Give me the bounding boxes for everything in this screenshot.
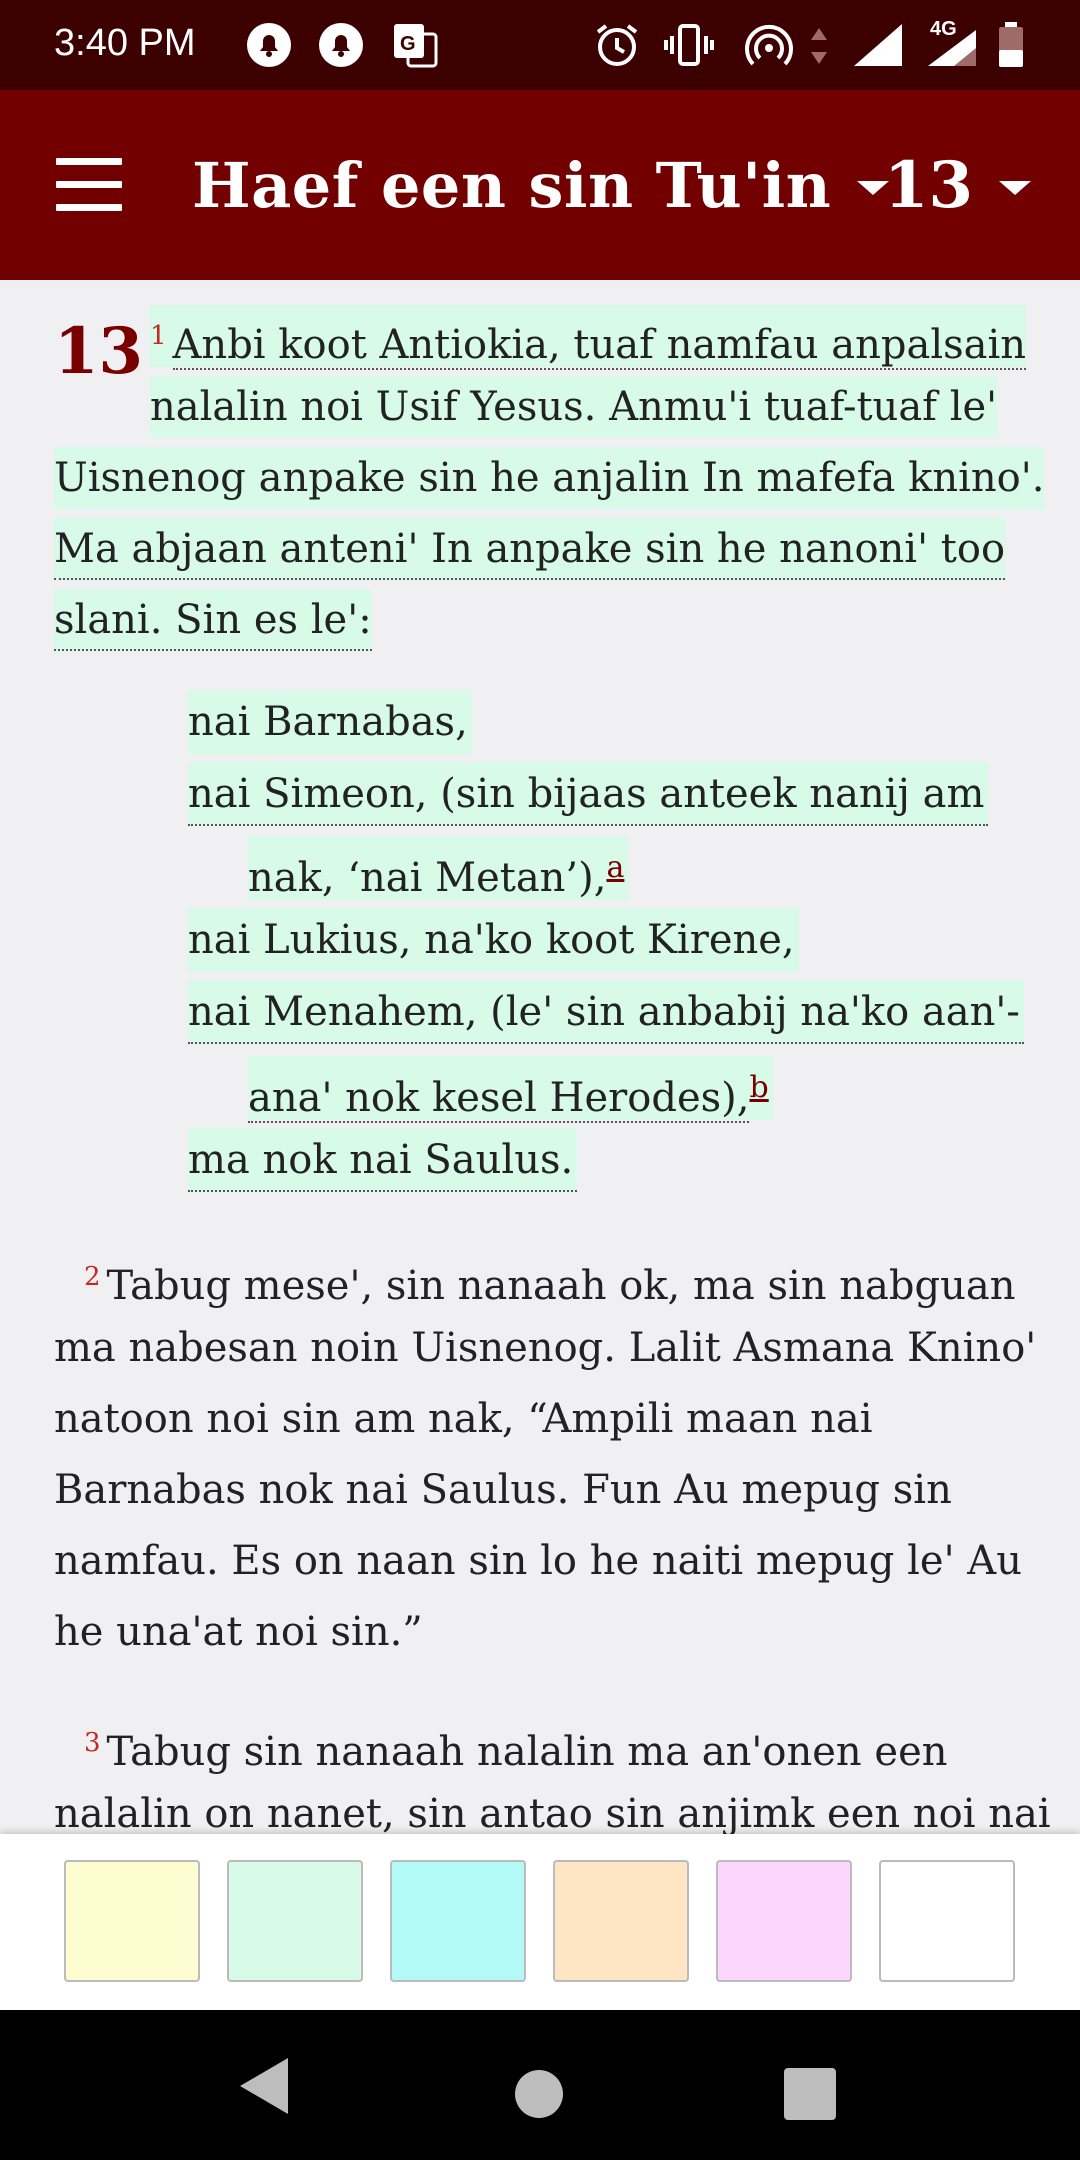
chapter-number: 13 — [884, 147, 974, 223]
verse-line[interactable]: natoon noi sin am nak, “Ampili maan nai — [54, 1388, 873, 1450]
verse-text: Tabug sin nanaah nalalin ma an'onen een — [106, 1729, 948, 1775]
verse-line[interactable]: slani. Sin es le': — [54, 589, 372, 651]
vibrate-icon — [664, 24, 714, 66]
stanza-line[interactable]: nai Barnabas, — [188, 690, 472, 754]
stanza-line[interactable]: nai Simeon, (sin bijaas anteek nanij am — [188, 762, 989, 826]
home-circle-icon[interactable] — [515, 2070, 563, 2118]
alarm-icon — [596, 24, 638, 66]
color-swatch-cyan[interactable] — [390, 1860, 526, 1982]
svg-text:G: G — [400, 33, 416, 55]
stanza-line[interactable]: ma nok nai Saulus. — [188, 1128, 578, 1192]
stanza-line[interactable]: nai Menahem, (le' sin anbabij na'ko aan'… — [188, 980, 1024, 1044]
chapter-drop-number: 13 — [54, 314, 144, 389]
verse-line[interactable]: Uisnenog anpake sin he anjalin In mafefa… — [54, 447, 1045, 509]
verse-line[interactable]: 1 Anbi koot Antiokia, tuaf namfau anpalsa… — [150, 305, 1027, 370]
signal-4g-icon — [928, 30, 976, 66]
verse-number: 1 — [150, 321, 167, 351]
verse-line[interactable]: 2 Tabug mese', sin nanaah ok, ma sin nabg… — [84, 1246, 1016, 1309]
footnote-link[interactable]: b — [749, 1070, 768, 1105]
verse-line[interactable]: nalalin on nanet, sin antao sin anjimk e… — [54, 1783, 1051, 1834]
verse-line[interactable]: he una'at noi sin.” — [54, 1601, 423, 1663]
verse-number: 3 — [84, 1728, 101, 1758]
verse-number: 2 — [84, 1262, 101, 1292]
translate-icon: G — [394, 24, 438, 68]
back-triangle-icon[interactable] — [240, 2058, 288, 2114]
chapter-text[interactable]: 13 1 Anbi koot Antiokia, tuaf namfau anpa… — [0, 280, 1080, 1834]
verse-line[interactable]: namfau. Es on naan sin lo he naiti mepug… — [54, 1530, 1022, 1592]
hotspot-icon — [745, 24, 793, 66]
hamburger-menu-icon[interactable] — [56, 158, 124, 212]
battery-icon — [999, 22, 1023, 67]
highlight-color-picker — [0, 1834, 1080, 2010]
verse-line[interactable]: Ma abjaan anteni' In anpake sin he nanon… — [54, 518, 1006, 580]
book-title: Haef een sin Tu'in — [192, 148, 832, 222]
color-swatch-green[interactable] — [227, 1860, 363, 1982]
book-selector[interactable]: Haef een sin Tu'in — [192, 142, 890, 228]
verse-text: Anbi koot Antiokia, tuaf namfau anpalsai… — [172, 322, 1027, 370]
system-nav-bar — [0, 2010, 1080, 2160]
stanza-text: ana' nok kesel Herodes), — [248, 1075, 750, 1123]
stanza-line[interactable]: nai Lukius, na'ko koot Kirene, — [188, 908, 799, 972]
signal-icon — [854, 24, 902, 66]
notification-bell-icon — [319, 23, 363, 67]
stanza-text: nak, ‘nai Metan’), — [248, 855, 607, 901]
verse-line[interactable]: Barnabas nok nai Saulus. Fun Au mepug si… — [54, 1459, 952, 1521]
verse-text: Tabug mese', sin nanaah ok, ma sin nabgu… — [106, 1263, 1016, 1309]
color-swatch-yellow[interactable] — [64, 1860, 200, 1982]
data-arrows-icon — [811, 28, 827, 64]
color-swatch-white[interactable] — [879, 1860, 1015, 1982]
status-bar: 3:40 PM G 4G — [0, 0, 1080, 90]
verse-line[interactable]: nalalin noi Usif Yesus. Anmu'i tuaf-tuaf… — [150, 376, 998, 438]
color-swatch-pink[interactable] — [716, 1860, 852, 1982]
verse-line[interactable]: 3 Tabug sin nanaah nalalin ma an'onen een — [84, 1712, 948, 1775]
status-time: 3:40 PM — [54, 22, 196, 64]
footnote-link[interactable]: a — [606, 850, 624, 885]
chapter-selector[interactable]: 13 — [884, 142, 1032, 228]
stanza-line[interactable]: ana' nok kesel Herodes),b — [248, 1056, 773, 1123]
verse-line[interactable]: ma nabesan noin Uisnenog. Lalit Asmana K… — [54, 1317, 1036, 1379]
recents-square-icon[interactable] — [784, 2068, 836, 2120]
chevron-down-icon — [999, 181, 1032, 195]
color-swatch-orange[interactable] — [553, 1860, 689, 1982]
stanza-line[interactable]: nak, ‘nai Metan’),a — [248, 836, 629, 901]
app-bar: Haef een sin Tu'in 13 — [0, 90, 1080, 280]
notification-bell-icon — [247, 23, 291, 67]
